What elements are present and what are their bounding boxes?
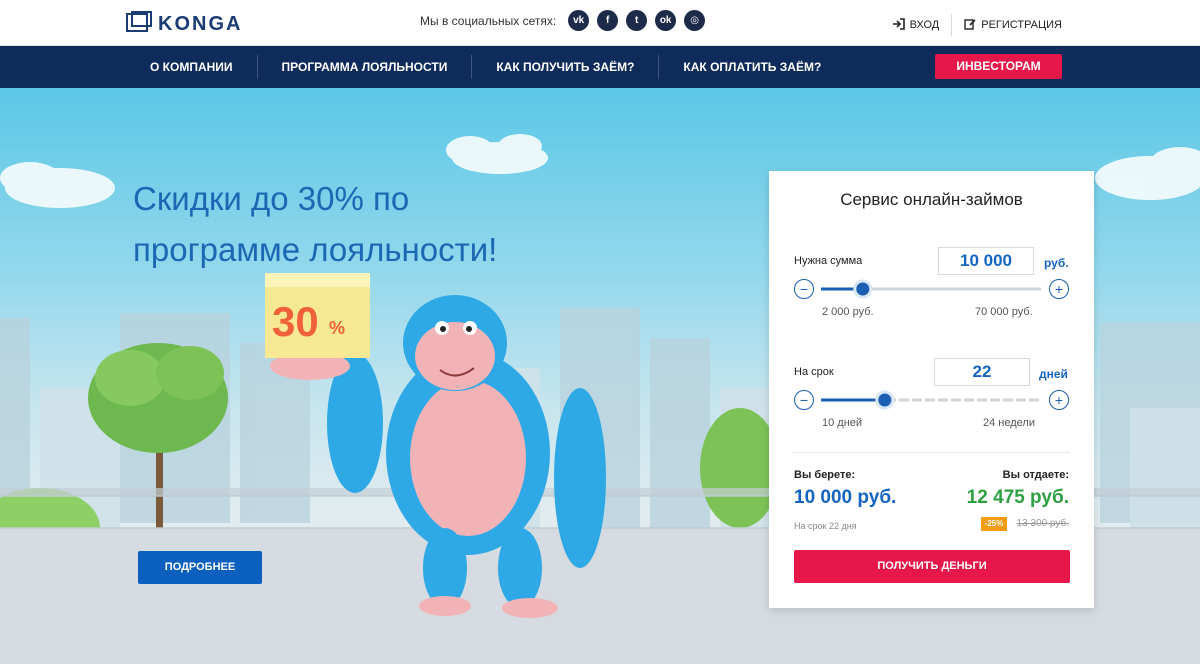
term-max-label: 24 недели — [983, 417, 1035, 429]
term-slider[interactable] — [821, 388, 1043, 412]
edit-icon — [964, 18, 976, 33]
term-note: На срок 22 дня — [794, 521, 857, 531]
auth-links: ВХОД РЕГИСТРАЦИЯ — [892, 14, 1062, 36]
hero-headline-line2: программе лояльности! — [133, 231, 498, 268]
give-label: Вы отдаете: — [1002, 469, 1069, 481]
give-value: 12 475 руб. — [966, 487, 1069, 508]
amount-unit: руб. — [1044, 256, 1069, 270]
amount-label: Нужна сумма — [794, 255, 863, 267]
social-label: Мы в социальных сетях: — [420, 13, 557, 28]
take-value: 10 000 руб. — [794, 487, 897, 508]
login-link[interactable]: ВХОД — [892, 17, 940, 33]
nav-item-about[interactable]: О КОМПАНИИ — [126, 55, 257, 79]
hero-headline-line1: Скидки до 30% по — [133, 180, 410, 217]
amount-plus-button[interactable]: + — [1049, 279, 1069, 299]
amount-min-label: 2 000 руб. — [822, 306, 874, 318]
logo[interactable]: KONGA — [126, 11, 242, 38]
investors-button[interactable]: ИНВЕСТОРАМ — [935, 54, 1062, 79]
old-price: 13 300 руб. — [1016, 518, 1069, 529]
login-label: ВХОД — [909, 19, 940, 31]
login-icon — [892, 17, 905, 33]
nav-item-loyalty[interactable]: ПРОГРАММА ЛОЯЛЬНОСТИ — [258, 55, 472, 79]
take-label: Вы берете: — [794, 469, 856, 481]
social-links: Мы в социальных сетях: vk f t ok ◎ — [420, 10, 706, 31]
discount-box-number: 30 — [272, 298, 319, 345]
get-money-button[interactable]: ПОЛУЧИТЬ ДЕНЬГИ — [794, 550, 1070, 583]
term-slider-handle — [875, 390, 895, 410]
term-unit: дней — [1039, 367, 1068, 381]
logo-text: KONGA — [158, 13, 243, 35]
vk-icon[interactable]: vk — [568, 10, 590, 31]
calculator-divider — [793, 452, 1070, 453]
discount-box-percent: % — [329, 318, 345, 338]
amount-input[interactable]: 10 000 — [938, 247, 1034, 275]
term-label: На срок — [794, 366, 834, 378]
hero-headline: Скидки до 30% по программе лояльности! — [133, 173, 573, 275]
term-plus-button[interactable]: + — [1049, 390, 1069, 410]
discount-badge: -25% — [981, 517, 1007, 531]
term-input[interactable]: 22 — [934, 358, 1030, 386]
register-label: РЕГИСТРАЦИЯ — [981, 19, 1062, 31]
top-bar: KONGA Мы в социальных сетях: vk f t ok ◎… — [0, 0, 1200, 46]
odnoklassniki-icon[interactable]: ok — [655, 10, 677, 31]
nav-item-get-loan[interactable]: КАК ПОЛУЧИТЬ ЗАЁМ? — [472, 55, 658, 79]
instagram-icon[interactable]: ◎ — [684, 10, 706, 31]
amount-max-label: 70 000 руб. — [975, 306, 1033, 318]
nav-items: О КОМПАНИИ ПРОГРАММА ЛОЯЛЬНОСТИ КАК ПОЛУ… — [126, 46, 845, 88]
term-min-label: 10 дней — [822, 417, 863, 429]
logo-icon — [126, 11, 152, 38]
amount-slider-handle — [853, 279, 873, 299]
nav-item-pay-loan[interactable]: КАК ОПЛАТИТЬ ЗАЁМ? — [659, 55, 845, 79]
auth-divider — [951, 14, 953, 36]
amount-minus-button[interactable]: − — [794, 279, 814, 299]
calculator-title: Сервис онлайн-займов — [840, 190, 1023, 209]
term-minus-button[interactable]: − — [794, 390, 814, 410]
more-button[interactable]: ПОДРОБНЕЕ — [138, 551, 262, 584]
facebook-icon[interactable]: f — [597, 10, 619, 31]
amount-slider[interactable] — [821, 277, 1043, 301]
register-link[interactable]: РЕГИСТРАЦИЯ — [964, 18, 1062, 33]
loan-calculator: Сервис онлайн-займов Нужна сумма 10 000 … — [769, 171, 1094, 608]
twitter-icon[interactable]: t — [626, 10, 648, 31]
